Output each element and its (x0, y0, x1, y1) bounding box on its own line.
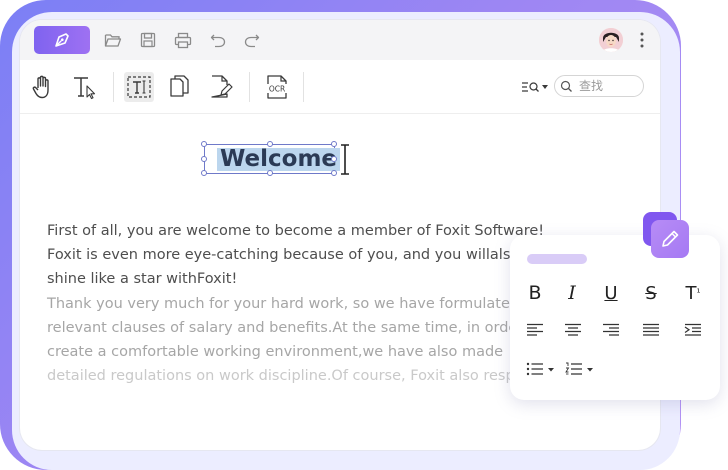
app-menu-button[interactable] (34, 26, 90, 54)
undo-icon (210, 34, 226, 48)
search-icon (560, 80, 572, 92)
text-selection-box[interactable]: Welcome (201, 141, 341, 176)
bullet-list-icon (526, 362, 554, 376)
text-format-panel: B I U S T¹ (510, 235, 720, 400)
strikethrough-button[interactable]: S (639, 282, 663, 304)
align-left-icon (527, 323, 543, 336)
document-heading[interactable]: Welcome (217, 148, 341, 171)
superscript-mark: ¹ (696, 287, 701, 299)
align-center-button[interactable] (561, 319, 585, 341)
ocr-button[interactable]: OCR (260, 72, 294, 102)
toolbar-divider (249, 72, 250, 102)
resize-handle[interactable] (331, 141, 337, 147)
more-menu-button[interactable] (636, 30, 648, 50)
numbered-list-dropdown[interactable] (564, 358, 596, 380)
select-text-icon (74, 77, 96, 100)
paragraph-line: First of all, you are welcome to become … (47, 223, 545, 239)
text-cursor-icon (341, 144, 349, 175)
folder-open-icon (104, 34, 122, 47)
tool-bar: OCR (20, 60, 660, 114)
ocr-label: OCR (269, 85, 285, 94)
bullet-list-dropdown[interactable] (525, 358, 557, 380)
numbered-list-icon (565, 362, 593, 375)
undo-button[interactable] (208, 30, 228, 50)
pen-logo-icon (55, 33, 69, 47)
open-button[interactable] (103, 30, 123, 50)
title-bar (20, 20, 660, 60)
paragraph-line: Foxit is even more eye-catching because … (47, 247, 520, 263)
superscript-base: T (685, 282, 697, 304)
resize-handle[interactable] (267, 170, 273, 176)
search-field[interactable] (554, 75, 644, 97)
edit-document-button[interactable] (206, 72, 236, 102)
user-avatar[interactable] (599, 28, 623, 52)
hand-tool-button[interactable] (28, 72, 58, 102)
resize-handle[interactable] (331, 170, 337, 176)
align-center-icon (565, 323, 581, 336)
save-icon (140, 32, 156, 48)
panel-drag-handle[interactable] (527, 254, 587, 264)
find-options-icon (522, 82, 548, 92)
redo-icon (244, 34, 260, 48)
resize-handle[interactable] (267, 141, 273, 147)
paragraph-line: create a comfortable working environment… (47, 344, 504, 360)
resize-handle[interactable] (201, 170, 207, 176)
redo-button[interactable] (242, 30, 262, 50)
edit-document-icon (211, 75, 233, 98)
page-tool-button[interactable] (165, 72, 195, 102)
find-options-button[interactable] (519, 72, 551, 102)
save-button[interactable] (138, 30, 158, 50)
italic-button[interactable]: I (560, 282, 584, 304)
edit-badge[interactable] (651, 220, 689, 258)
align-justify-button[interactable] (639, 319, 663, 341)
copy-pages-icon (170, 75, 189, 97)
align-justify-icon (643, 323, 659, 336)
more-vertical-icon (640, 32, 644, 48)
align-right-button[interactable] (599, 319, 623, 341)
indent-button[interactable] (681, 319, 705, 341)
hand-icon (32, 75, 49, 99)
ocr-icon: OCR (264, 75, 290, 99)
toolbar-divider (113, 72, 114, 102)
avatar-icon (599, 28, 623, 52)
print-icon (174, 32, 192, 48)
paragraph-line: detailed regulations on work discipline.… (47, 368, 545, 384)
resize-handle[interactable] (201, 141, 207, 147)
bold-button[interactable]: B (523, 282, 547, 304)
search-input[interactable] (579, 77, 639, 95)
paragraph-line: Thank you very much for your hard work, … (47, 296, 548, 312)
print-button[interactable] (173, 30, 193, 50)
resize-handle[interactable] (201, 156, 207, 162)
pencil-icon (662, 230, 679, 247)
align-left-button[interactable] (523, 319, 547, 341)
underline-button[interactable]: U (599, 282, 623, 304)
align-right-icon (603, 323, 619, 336)
paragraph-line: relevant clauses of salary and benefits.… (47, 320, 543, 336)
edit-text-icon (127, 76, 151, 98)
paragraph-line: shine like a star withFoxit! (47, 271, 238, 287)
superscript-button[interactable]: T¹ (681, 282, 705, 304)
resize-handle[interactable] (331, 156, 337, 162)
edit-text-button[interactable] (124, 72, 154, 102)
toolbar-divider (303, 72, 304, 102)
select-text-button[interactable] (70, 72, 100, 102)
indent-icon (684, 323, 701, 336)
